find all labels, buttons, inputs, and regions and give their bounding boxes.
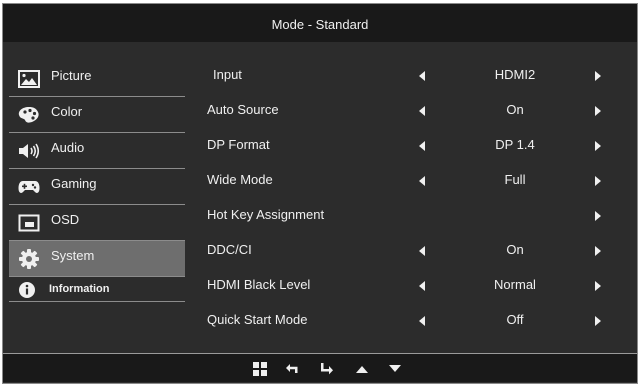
setting-label: DP Format — [207, 137, 270, 152]
setting-row-hot-key-assignment[interactable]: Hot Key Assignment — [205, 202, 625, 237]
left-arrow-icon[interactable] — [419, 246, 425, 256]
setting-row-hdmi-black-level[interactable]: HDMI Black Level Normal — [205, 272, 625, 307]
info-icon — [16, 280, 38, 300]
osd-menu: Mode - Standard Picture Color Audio Gami… — [2, 3, 638, 384]
sidebar-item-label: OSD — [51, 212, 80, 227]
sidebar-item-system[interactable]: System — [9, 241, 185, 277]
left-arrow-icon[interactable] — [419, 71, 425, 81]
setting-row-wide-mode[interactable]: Wide Mode Full — [205, 167, 625, 202]
down-arrow-icon[interactable] — [387, 361, 403, 377]
sidebar: Picture Color Audio Gaming OSD System In… — [9, 61, 185, 302]
setting-value: Off — [506, 312, 524, 327]
setting-label: Auto Source — [207, 102, 279, 117]
left-arrow-icon[interactable] — [419, 316, 425, 326]
osd-window-icon — [18, 213, 40, 233]
left-arrow-icon[interactable] — [419, 281, 425, 291]
menu-grid-icon[interactable] — [252, 361, 268, 377]
setting-value: On — [506, 242, 524, 257]
right-arrow-icon[interactable] — [595, 106, 601, 116]
sidebar-item-label: Picture — [51, 68, 92, 83]
enter-icon[interactable] — [319, 361, 335, 377]
setting-label: Quick Start Mode — [207, 312, 308, 327]
setting-row-input[interactable]: Input HDMI2 — [205, 62, 625, 97]
sidebar-item-label: System — [51, 248, 95, 263]
sidebar-item-label: Color — [51, 104, 83, 119]
setting-label: Hot Key Assignment — [207, 207, 325, 222]
setting-label: DDC/CI — [207, 242, 252, 257]
back-icon[interactable] — [284, 361, 300, 377]
setting-row-auto-source[interactable]: Auto Source On — [205, 97, 625, 132]
sidebar-item-information[interactable]: Information — [9, 277, 185, 302]
sidebar-item-gaming[interactable]: Gaming — [9, 169, 185, 205]
sidebar-item-osd[interactable]: OSD — [9, 205, 185, 241]
picture-icon — [18, 69, 40, 89]
setting-label: HDMI Black Level — [207, 277, 311, 292]
settings-list: Input HDMI2 Auto Source On DP Format DP … — [205, 62, 625, 342]
left-arrow-icon[interactable] — [419, 176, 425, 186]
right-arrow-icon[interactable] — [595, 246, 601, 256]
gear-icon — [18, 249, 40, 269]
sidebar-item-label: Information — [49, 283, 110, 295]
palette-icon — [18, 105, 40, 125]
setting-row-dp-format[interactable]: DP Format DP 1.4 — [205, 132, 625, 167]
setting-label: Input — [213, 67, 242, 82]
setting-label: Wide Mode — [207, 172, 273, 187]
sidebar-item-audio[interactable]: Audio — [9, 133, 185, 169]
left-arrow-icon[interactable] — [419, 141, 425, 151]
setting-value: HDMI2 — [494, 67, 536, 82]
up-arrow-icon[interactable] — [354, 361, 370, 377]
right-arrow-icon[interactable] — [595, 141, 601, 151]
sidebar-item-picture[interactable]: Picture — [9, 61, 185, 97]
setting-value: Full — [504, 172, 526, 187]
right-arrow-icon[interactable] — [595, 71, 601, 81]
speaker-icon — [18, 141, 40, 161]
sidebar-item-label: Audio — [51, 140, 85, 155]
sidebar-item-color[interactable]: Color — [9, 97, 185, 133]
mode-title: Mode - Standard — [271, 17, 369, 32]
setting-value: On — [506, 102, 524, 117]
left-arrow-icon[interactable] — [419, 106, 425, 116]
right-arrow-icon[interactable] — [595, 176, 601, 186]
sidebar-item-label: Gaming — [51, 176, 97, 191]
right-arrow-icon[interactable] — [595, 316, 601, 326]
setting-row-ddc-ci[interactable]: DDC/CI On — [205, 237, 625, 272]
setting-value: DP 1.4 — [495, 137, 535, 152]
gamepad-icon — [18, 177, 40, 197]
right-arrow-icon[interactable] — [595, 211, 601, 221]
setting-row-quick-start-mode[interactable]: Quick Start Mode Off — [205, 307, 625, 342]
footer-bar — [3, 354, 637, 382]
osd-header: Mode - Standard — [3, 4, 637, 42]
right-arrow-icon[interactable] — [595, 281, 601, 291]
setting-value: Normal — [494, 277, 536, 292]
